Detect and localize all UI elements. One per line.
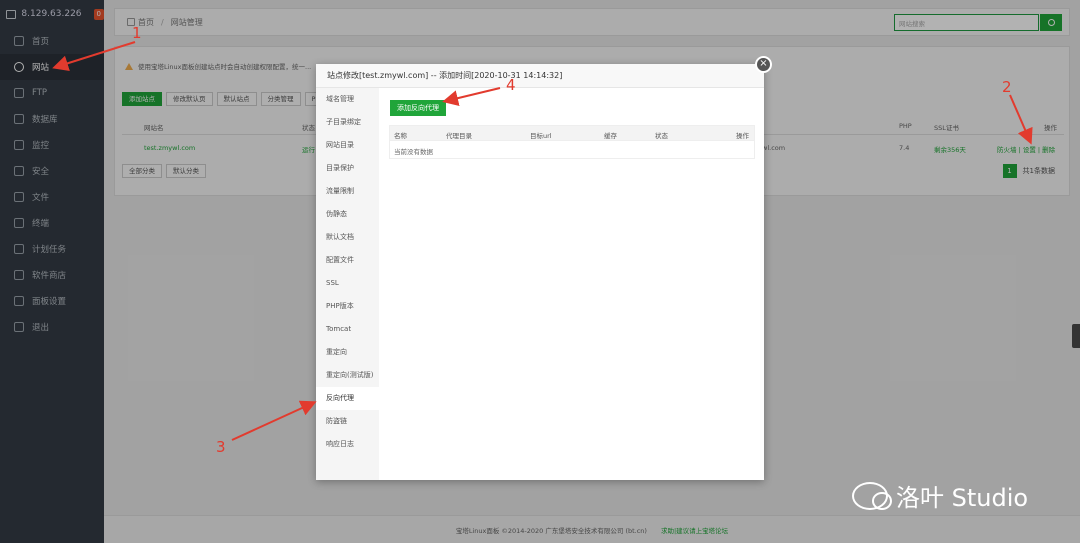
menu-default-doc[interactable]: 默认文档 [316,226,379,249]
col-proxy-name: 名称 [394,132,407,140]
close-icon[interactable]: × [755,56,772,73]
menu-php-version[interactable]: PHP版本 [316,295,379,318]
menu-ssl[interactable]: SSL [316,272,379,295]
add-reverse-proxy-button[interactable]: 添加反向代理 [390,100,446,116]
menu-reverse-proxy[interactable]: 反向代理 [316,387,379,410]
annotation-2: 2 [1002,78,1012,96]
annotation-4: 4 [506,76,516,94]
menu-config-file[interactable]: 配置文件 [316,249,379,272]
modal-title: 站点修改[test.zmywl.com] -- 添加时间[2020-10-31 … [316,64,764,88]
menu-hotlink[interactable]: 防盗链 [316,410,379,433]
modal-menu: 域名管理 子目录绑定 网站目录 目录保护 流量限制 伪静态 默认文档 配置文件 … [316,88,379,480]
col-target-url: 目标url [530,132,552,140]
modal-body: 添加反向代理 名称 代理目录 目标url 缓存 状态 操作 当前没有数据 [379,88,764,480]
col-proxy-status: 状态 [655,132,668,140]
side-float-tab[interactable] [1072,324,1080,348]
menu-redirect-beta[interactable]: 重定向(测试版) [316,364,379,387]
menu-site-dir[interactable]: 网站目录 [316,134,379,157]
menu-response-log[interactable]: 响应日志 [316,433,379,456]
wechat-icon [852,481,892,510]
menu-traffic-limit[interactable]: 流量限制 [316,180,379,203]
menu-subdir-bind[interactable]: 子目录绑定 [316,111,379,134]
col-proxy-ops: 操作 [736,132,749,140]
menu-redirect[interactable]: 重定向 [316,341,379,364]
menu-domain[interactable]: 域名管理 [316,88,379,111]
menu-tomcat[interactable]: Tomcat [316,318,379,341]
menu-rewrite[interactable]: 伪静态 [316,203,379,226]
menu-dir-protect[interactable]: 目录保护 [316,157,379,180]
proxy-table-empty: 当前没有数据 [389,141,755,159]
site-edit-modal: 站点修改[test.zmywl.com] -- 添加时间[2020-10-31 … [316,64,764,480]
proxy-table-header: 名称 代理目录 目标url 缓存 状态 操作 [389,125,755,141]
proxy-table: 名称 代理目录 目标url 缓存 状态 操作 当前没有数据 [389,125,755,159]
col-proxy-dir: 代理目录 [446,132,472,140]
watermark-text: 洛叶 Studio [896,484,1029,512]
col-cache: 缓存 [604,132,617,140]
annotation-1: 1 [132,24,142,42]
watermark: 洛叶 Studio [852,478,1028,513]
annotation-3: 3 [216,438,226,456]
